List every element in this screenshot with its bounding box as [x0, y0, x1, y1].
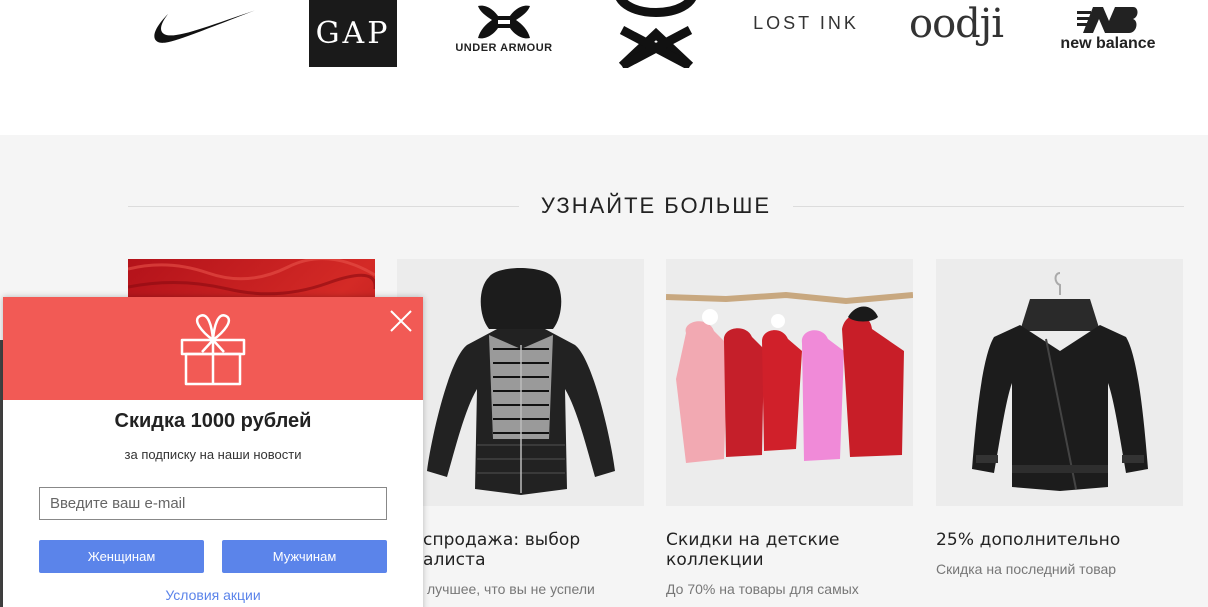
promo-card-3[interactable]: Скидки на детские коллекции До 70% на то… [666, 259, 913, 598]
men-subscribe-button[interactable]: Мужчинам [222, 540, 387, 573]
under-armour-logo-text: UNDER ARMOUR [455, 42, 553, 54]
new-balance-logo-text: new balance [1060, 35, 1156, 52]
brand-new-balance-logo[interactable]: new balance [1050, 0, 1166, 56]
leather-jacket-image [936, 259, 1183, 506]
popup-header [3, 297, 423, 400]
gift-icon [180, 314, 246, 386]
brand-benetton-logo[interactable] [610, 0, 702, 68]
brand-oodji-logo[interactable]: oodji [898, 0, 1014, 48]
brand-nike-logo[interactable] [148, 4, 260, 46]
benetton-knot-icon [616, 0, 696, 68]
promo-card-2[interactable]: спродажа: выбор алиста лучшее, что вы не… [397, 259, 644, 598]
promo-card-desc: Скидка на последний товар [936, 561, 1117, 577]
gap-logo-text: GAP [315, 16, 391, 51]
popup-subtitle: за подписку на наши новости [124, 447, 302, 462]
heading-divider-right [793, 205, 1184, 207]
promo-card-desc: лучшее, что вы не успели [427, 581, 595, 597]
oodji-logo-text: oodji [909, 1, 1004, 47]
terms-link[interactable]: Условия акции [3, 587, 423, 603]
promo-card-title: Скидки на детские коллекции [666, 530, 840, 570]
under-armour-icon [478, 5, 530, 39]
page: GAP UNDER ARMOUR LOST INK oodji new bala… [0, 0, 1208, 607]
new-balance-icon [1077, 7, 1138, 33]
heading-divider-left [128, 205, 519, 207]
brand-lost-ink-logo[interactable]: LOST INK [748, 8, 864, 38]
promo-card-image[interactable] [936, 259, 1183, 506]
brand-under-armour-logo[interactable]: UNDER ARMOUR [446, 0, 562, 58]
nike-swoosh-icon [154, 10, 256, 43]
close-icon[interactable] [389, 309, 413, 333]
brand-gap-logo[interactable]: GAP [309, 0, 397, 67]
section-title: УЗНАЙТЕ БОЛЬШЕ [540, 193, 772, 218]
lost-ink-logo-text: LOST INK [753, 12, 859, 33]
popup-title: Скидка 1000 рублей [114, 410, 312, 432]
promo-card-image[interactable] [666, 259, 913, 506]
promo-card-title: 25% дополнительно [936, 530, 1121, 550]
promo-card-4[interactable]: 25% дополнительно Скидка на последний то… [936, 259, 1183, 578]
subscribe-popup: Скидка 1000 рублей за подписку на наши н… [3, 297, 423, 607]
puffer-jacket-image [397, 259, 644, 506]
section-heading: УЗНАЙТЕ БОЛЬШЕ [128, 191, 1184, 221]
kids-coats-image [666, 259, 913, 506]
email-field[interactable] [39, 487, 387, 520]
women-subscribe-button[interactable]: Женщинам [39, 540, 204, 573]
promo-card-title: спродажа: выбор алиста [423, 530, 581, 570]
brand-strip: GAP UNDER ARMOUR LOST INK oodji new bala… [0, 0, 1208, 135]
promo-card-image[interactable] [397, 259, 644, 506]
promo-card-desc: До 70% на товары для самых [666, 581, 859, 597]
